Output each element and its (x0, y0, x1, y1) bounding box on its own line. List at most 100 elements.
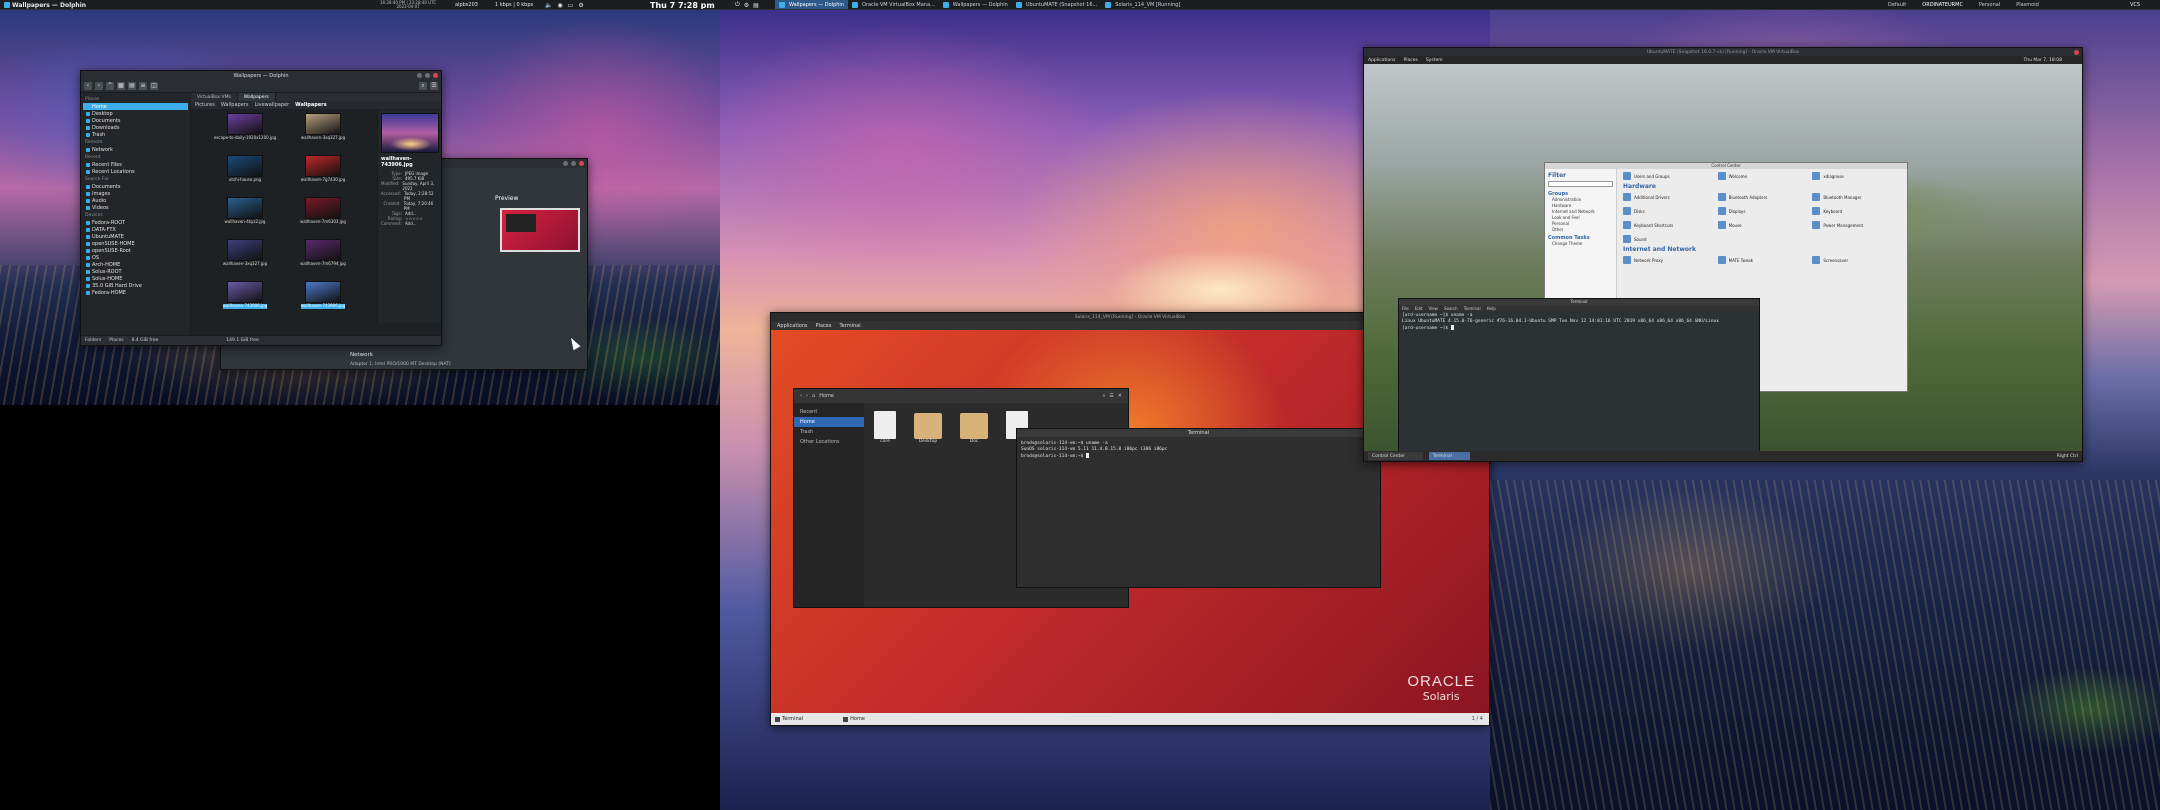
back-icon[interactable]: ‹ (800, 393, 802, 399)
file-item[interactable]: wallhaven-7m6303.jpg (289, 197, 357, 236)
activity-2[interactable]: Personal (1971, 0, 2008, 9)
control-center-item[interactable]: Power Management (1812, 220, 1903, 230)
sidebar-item[interactable]: Arch-HOME (83, 261, 188, 268)
control-center-item[interactable]: Mouse (1717, 220, 1809, 230)
menu-item[interactable]: Places (1404, 58, 1418, 63)
forward-icon[interactable]: › (806, 393, 808, 399)
menu-item[interactable]: Terminal (1464, 306, 1481, 311)
taskbar-control-center[interactable]: Control Center (1368, 452, 1423, 460)
control-center-item[interactable]: Welcome (1717, 171, 1809, 181)
taskbar-item-1[interactable]: Oracle VM VirtualBox Mana... (848, 0, 939, 9)
taskbar-home[interactable]: Home (843, 716, 865, 722)
mate-terminal-window[interactable]: Terminal File Edit View Search Terminal Help … (1398, 298, 1760, 460)
control-center-item[interactable]: Sound (1623, 234, 1714, 244)
activity-0[interactable]: Default (1880, 0, 1914, 9)
window-titlebar[interactable]: Wallpapers — Dolphin (81, 71, 441, 80)
sidebar-item[interactable]: Trash (794, 427, 864, 437)
control-center-item[interactable]: xdiagnose (1812, 171, 1903, 181)
forward-icon[interactable]: › (95, 82, 103, 90)
control-center-item[interactable]: Users and Groups (1623, 171, 1714, 181)
sidebar-item[interactable]: Fedora-ROOT (83, 219, 188, 226)
mate-clock[interactable]: Thu Mar 7, 18:08 (2024, 58, 2063, 63)
taskbar-terminal[interactable]: Terminal (775, 716, 803, 722)
activity-1[interactable]: ORDINATEURMC (1914, 0, 1971, 9)
control-center-item[interactable]: Keyboard Shortcuts (1623, 220, 1714, 230)
file-item[interactable]: wallhaven-3xq327.jpg (211, 239, 279, 278)
maximize-icon[interactable] (571, 161, 576, 166)
control-center-item[interactable]: Bluetooth Adapters (1717, 192, 1809, 202)
file-item[interactable]: wallhaven-4kyz2.jpg (211, 197, 279, 236)
minimize-icon[interactable] (563, 161, 568, 166)
sidebar-item[interactable]: Home (83, 103, 188, 110)
sidebar-item[interactable]: Documents (83, 183, 188, 190)
menu-item[interactable]: Search (1444, 306, 1458, 311)
search-icon[interactable]: ⌕ (419, 82, 427, 90)
details-view-icon[interactable]: ≡ (139, 82, 147, 90)
sidebar-item[interactable]: Home (794, 417, 864, 427)
window-titlebar[interactable]: UbuntuMATE (Snapshot 16.0.7-ck) [Running… (1364, 48, 2082, 56)
sidebar-item[interactable]: Solus-ROOT (83, 268, 188, 275)
file-item[interactable]: core (874, 411, 896, 444)
tab-1[interactable]: Wallpapers (237, 93, 276, 101)
ubuntu-mate-vm-window[interactable]: UbuntuMATE (Snapshot 16.0.7-ck) [Running… (1363, 47, 2083, 462)
sidebar-item[interactable]: openSUSE-HOME (83, 240, 188, 247)
sidebar-item[interactable]: OS (83, 254, 188, 261)
activity-3[interactable]: Plasmoid (2008, 0, 2047, 9)
file-item[interactable]: escape-to-daily-1920x1200.jpg (211, 113, 279, 152)
status-tab-folders[interactable]: Folders (85, 338, 101, 343)
terminal-output[interactable]: brods@solaris-114-vm:~$ uname -a SunOS so… (1017, 437, 1380, 464)
location-label[interactable]: Home (819, 393, 834, 399)
search-icon[interactable]: ⌕ (1103, 393, 1106, 399)
status-tab-places[interactable]: Places (109, 338, 123, 343)
menu-item[interactable]: Places (816, 323, 832, 329)
sidebar-item[interactable]: Other Locations (794, 437, 864, 447)
network-icon[interactable]: ◉ (557, 2, 562, 9)
menu-item[interactable]: Applications (1368, 58, 1396, 63)
tab-0[interactable]: VirtualBox VMs (191, 93, 238, 101)
gear-icon[interactable]: ⚙ (744, 2, 749, 9)
terminal-output[interactable]: [ard-username ~]$ uname -a Linux UbuntuMA… (1399, 311, 1759, 334)
sidebar-item[interactable]: Desktop (83, 110, 188, 117)
sidebar-item[interactable]: Documents (83, 117, 188, 124)
clipboard-icon[interactable]: ▤ (753, 2, 759, 9)
menu-item[interactable]: Applications (777, 323, 808, 329)
sidebar-item[interactable]: Downloads (83, 124, 188, 131)
menu-icon[interactable]: ☰ (430, 82, 438, 90)
taskbar-item-4[interactable]: Solaris_114_VM [Running] (1101, 0, 1184, 9)
close-icon[interactable] (579, 161, 584, 166)
panel-clock[interactable]: Thu 7 7:28 pm (650, 0, 715, 10)
file-item[interactable]: wallhaven-3xq327.jpg (289, 113, 357, 152)
control-center-item[interactable]: Keyboard (1812, 206, 1903, 216)
taskbar-terminal[interactable]: Terminal (1428, 452, 1470, 460)
breadcrumb-item[interactable]: Wallpapers (221, 102, 249, 108)
workspace-counter[interactable]: 1 / 4 (1472, 716, 1483, 722)
menu-item[interactable]: Edit (1415, 306, 1423, 311)
filter-input[interactable] (1548, 181, 1613, 187)
terminal-window[interactable]: Terminal brods@solaris-114-vm:~$ uname -… (1016, 428, 1381, 588)
home-icon[interactable]: ⌂ (812, 393, 815, 399)
taskbar-item-3[interactable]: UbuntuMATE (Snapshot 16... (1012, 0, 1102, 9)
sidebar-item[interactable]: Recent (794, 407, 864, 417)
minimize-icon[interactable] (417, 73, 422, 78)
view-icon[interactable]: ☰ (1109, 393, 1113, 399)
file-item[interactable]: wallhaven-743906.jpg (289, 281, 357, 320)
group-item[interactable]: Other (1548, 227, 1613, 233)
file-item[interactable]: Desktop (914, 411, 942, 444)
terminal-titlebar[interactable]: Terminal (1017, 429, 1380, 437)
sidebar-item[interactable]: Recent Files (83, 161, 188, 168)
sidebar-item[interactable]: Audio (83, 197, 188, 204)
menu-item[interactable]: File (1402, 306, 1409, 311)
sidebar-item[interactable]: Images (83, 190, 188, 197)
close-icon[interactable] (2074, 50, 2079, 55)
control-center-item[interactable]: Disks (1623, 206, 1714, 216)
maximize-icon[interactable] (425, 73, 430, 78)
dolphin-window[interactable]: Wallpapers — Dolphin ‹ › ^ ▦ ▤ ≡ ◫ ⌕ ☰ P… (80, 70, 442, 346)
file-item[interactable]: wallhaven-7g7430.jpg (289, 155, 357, 194)
control-center-item[interactable]: MATE Tweak (1717, 255, 1809, 265)
menu-item[interactable]: Terminal (839, 323, 860, 329)
file-item[interactable]: wallhaven-743906.jpg (211, 281, 279, 320)
icons-view-icon[interactable]: ▦ (117, 82, 125, 90)
menu-item[interactable]: Help (1487, 306, 1496, 311)
file-item[interactable]: Doc (960, 411, 988, 444)
power-icon[interactable]: ⏻ (735, 1, 740, 9)
